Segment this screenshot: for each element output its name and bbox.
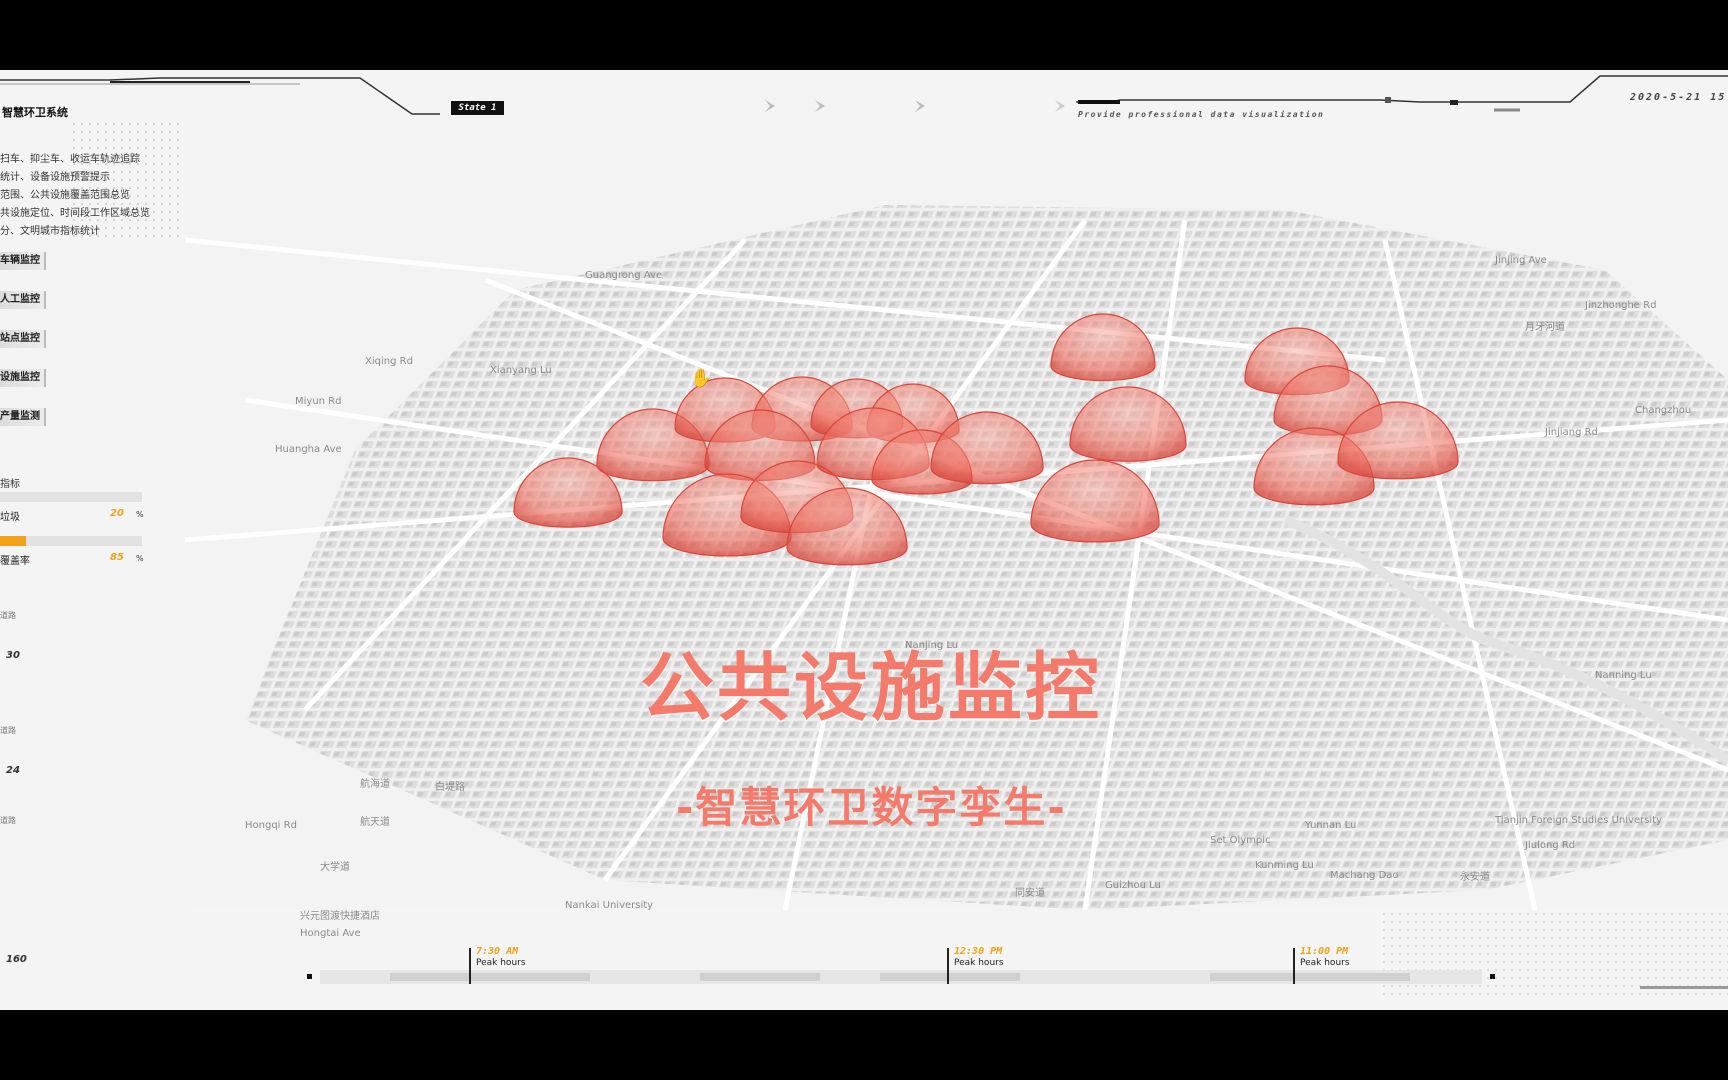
menu-item-vehicle-monitor[interactable]: 车辆监控 xyxy=(0,252,46,270)
letterbox-bottom xyxy=(0,1010,1728,1080)
state-badge[interactable]: State 1 xyxy=(451,101,504,115)
map-road-label: Guizhou Lu xyxy=(1105,880,1161,891)
map-road-label: 航天道 xyxy=(360,817,390,828)
timeline-track[interactable] xyxy=(320,970,1482,984)
map-road-label: 同安道 xyxy=(1015,888,1045,899)
letterbox-top xyxy=(0,0,1728,70)
stat-label: 道路 xyxy=(0,611,16,620)
map-road-label: 大学道 xyxy=(320,862,350,873)
map-road-label: Nanning Lu xyxy=(1595,670,1652,681)
stat-value: 30 xyxy=(6,650,20,661)
timeline-left-value: 160 xyxy=(6,954,27,965)
metric-unit: % xyxy=(136,554,144,563)
metric-value: 20 xyxy=(110,508,124,519)
peak-marker[interactable] xyxy=(947,948,949,984)
pan-hand-icon[interactable]: ✋ xyxy=(690,368,712,389)
timeline-start-marker xyxy=(307,974,312,979)
timeline[interactable]: 160 7:30 AM Peak hours 12:30 PM Peak hou… xyxy=(0,930,1728,1010)
datetime: 2020-5-21 15:0 xyxy=(1630,92,1728,103)
map-road-label: Jinjiang Rd xyxy=(1545,427,1598,438)
timeline-segment xyxy=(880,973,1020,981)
map-road-label: Hongqi Rd xyxy=(245,820,297,831)
map-road-label: 兴元图渡快捷酒店 xyxy=(300,911,380,922)
map-road-label: Set Olympic xyxy=(1210,835,1271,846)
peak-caption: Peak hours xyxy=(1300,958,1350,968)
timeline-segment xyxy=(700,973,820,981)
map-road-label: Jinzhonghe Rd xyxy=(1585,300,1657,311)
description-line: 分、文明城市指标统计 xyxy=(0,226,100,237)
timeline-segment xyxy=(390,973,590,981)
description-line: 范围、公共设施覆盖范围总览 xyxy=(0,190,130,201)
menu-item-facility-monitor[interactable]: 设施监控 xyxy=(0,369,46,387)
description-line: 扫车、抑尘车、收运车轨迹追踪 xyxy=(0,154,140,165)
peak-time: 12:30 PM xyxy=(954,946,1003,957)
overlay-title: 公共设施监控 xyxy=(640,645,1102,731)
metric-bar xyxy=(0,492,142,502)
stat-label: 道路 xyxy=(0,726,16,735)
menu-item-station-monitor[interactable]: 站点监控 xyxy=(0,330,46,348)
map-road-label: Miyun Rd xyxy=(295,396,342,407)
menu-item-output-monitor[interactable]: 产量监测 xyxy=(0,408,46,426)
menu-item-staff-monitor[interactable]: 人工监控 xyxy=(0,291,46,309)
metric-bar xyxy=(0,536,142,546)
stat-label: 道路 xyxy=(0,816,16,825)
timeline-segment xyxy=(1210,973,1410,981)
peak-time: 11:00 PM xyxy=(1300,946,1349,957)
map-road-label: 航海道 xyxy=(360,779,390,790)
dashboard-screen: 智慧环卫系统 State 1 Provide professional data… xyxy=(0,70,1728,1010)
map-road-label: Guangrong Ave xyxy=(585,270,663,281)
timeline-right-decoration xyxy=(1640,986,1728,989)
overlay-subtitle: -智慧环卫数字孪生- xyxy=(676,783,1067,832)
peak-caption: Peak hours xyxy=(476,958,526,968)
map-road-label: Xiqing Rd xyxy=(365,356,413,367)
map-road-label: Tianjin Foreign Studies University xyxy=(1495,815,1663,826)
map-road-label: 永安道 xyxy=(1460,872,1490,883)
peak-time: 7:30 AM xyxy=(476,946,519,957)
map-road-label: Nankai University xyxy=(565,900,654,911)
metric-value: 85 xyxy=(110,552,124,563)
map-road-label: 月牙河道 xyxy=(1525,322,1565,333)
metric-bar-fill xyxy=(0,536,26,546)
map-road-label: Jiulong Rd xyxy=(1525,840,1576,851)
system-title: 智慧环卫系统 xyxy=(2,106,68,119)
metric-label: 覆盖率 xyxy=(0,556,30,567)
map-road-label: 白堤路 xyxy=(435,782,465,793)
tagline: Provide professional data visualization xyxy=(1078,110,1325,119)
map-road-label: Kunming Lu xyxy=(1255,860,1314,871)
peak-caption: Peak hours xyxy=(954,958,1004,968)
map-road-label: Machang Dao xyxy=(1330,870,1399,881)
peak-marker[interactable] xyxy=(1293,948,1295,984)
map-road-label: Huangha Ave xyxy=(275,444,342,455)
description-line: 统计、设备设施预警提示 xyxy=(0,172,110,183)
stat-value: 24 xyxy=(6,765,20,776)
map-road-label: Yunnan Lu xyxy=(1305,820,1357,831)
timeline-end-marker xyxy=(1490,974,1495,979)
map-road-label: Jinjing Ave xyxy=(1495,255,1547,266)
peak-marker[interactable] xyxy=(469,948,471,984)
section-title-indicators: 指标 xyxy=(0,479,20,490)
map-road-label: Changzhou xyxy=(1635,405,1692,416)
metric-label: 垃圾 xyxy=(0,512,20,523)
metric-unit: % xyxy=(136,510,144,519)
map-road-label: Xianyang Lu xyxy=(490,365,552,376)
left-panel: 扫车、抑尘车、收运车轨迹追踪 统计、设备设施预警提示 范围、公共设施覆盖范围总览… xyxy=(0,150,185,940)
description-line: 共设施定位、时间段工作区域总览 xyxy=(0,208,150,219)
